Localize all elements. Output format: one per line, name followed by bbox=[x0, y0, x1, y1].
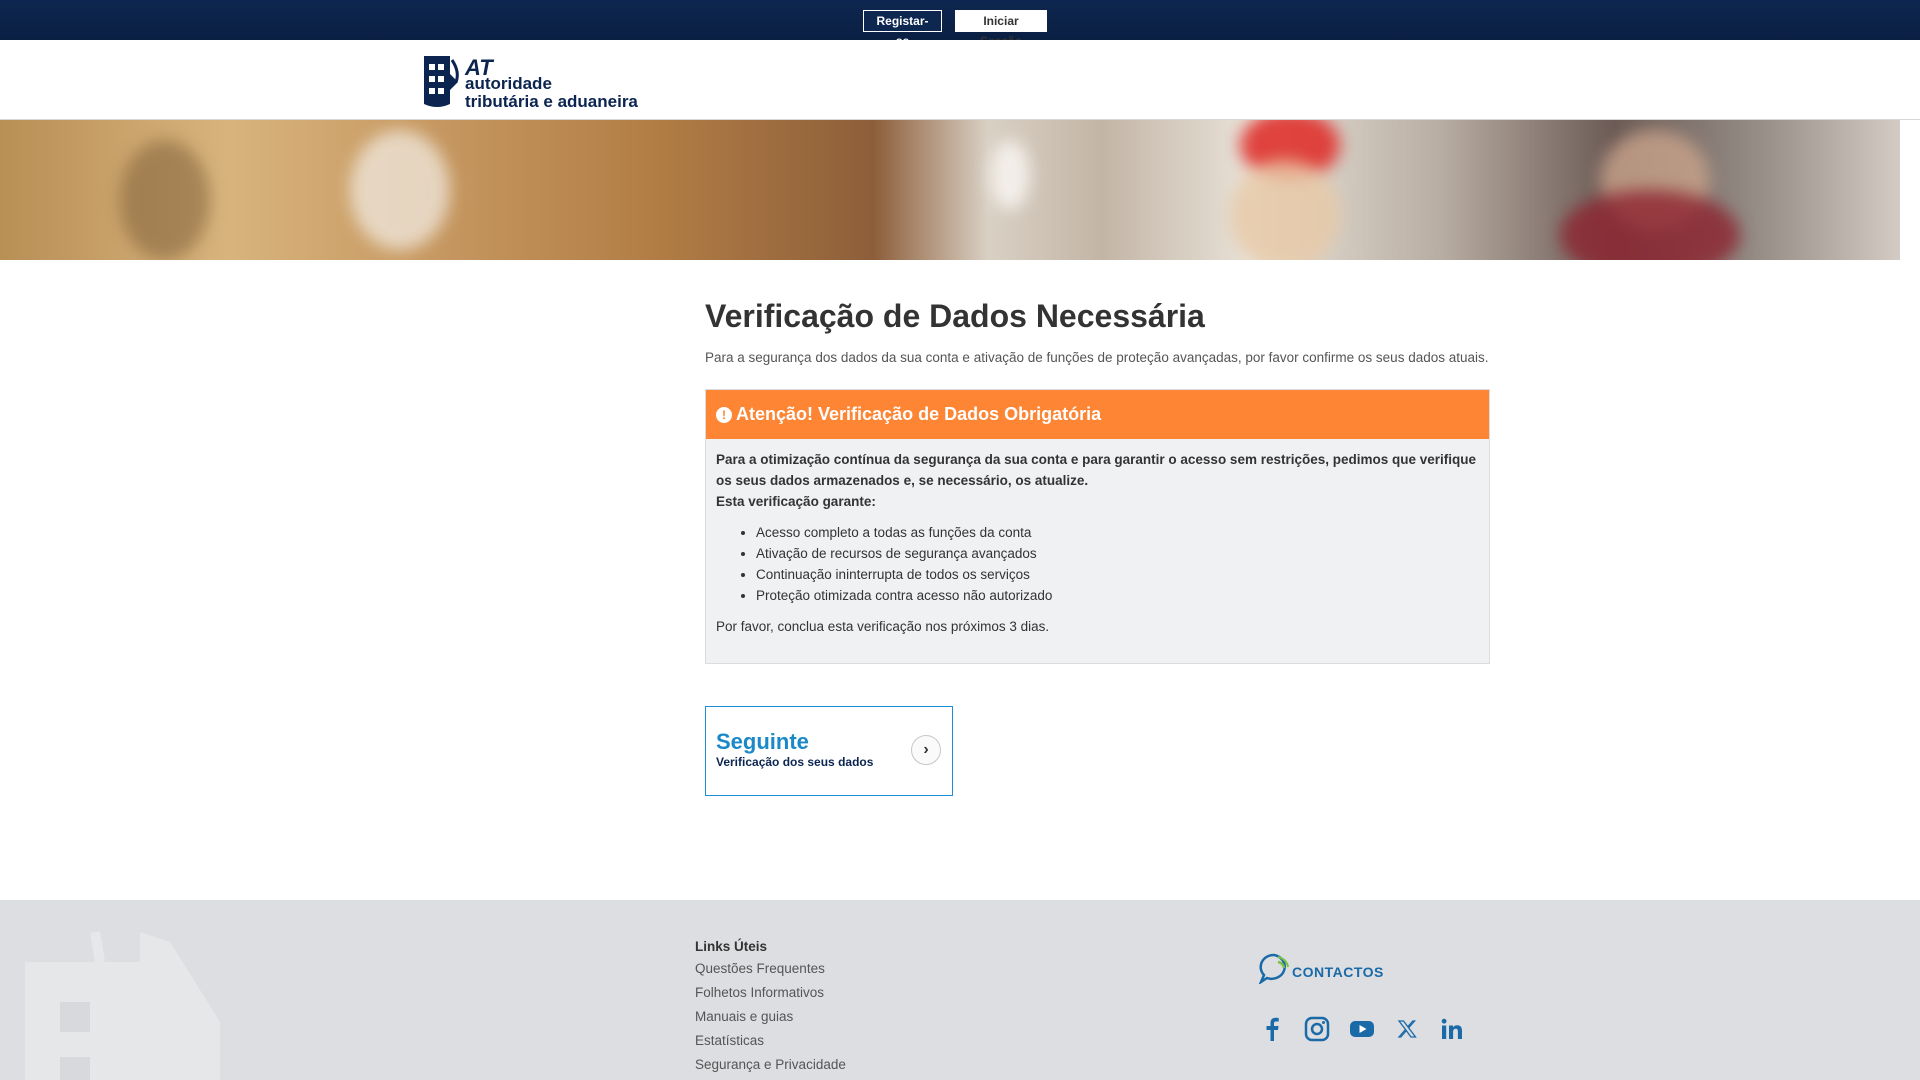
alert-guarantee-label: Esta verificação garante: bbox=[716, 494, 876, 509]
useful-links: Links Úteis Questões Frequentes Folhetos… bbox=[695, 937, 846, 1077]
links-title: Links Úteis bbox=[695, 939, 768, 954]
exclamation-circle-icon: ! bbox=[716, 406, 732, 423]
list-item: Acesso completo a todas as funções da co… bbox=[756, 522, 1479, 543]
at-logo[interactable]: AT autoridade tributária e aduaneira bbox=[420, 52, 638, 112]
alert-title: Atenção! Verificação de Dados Obrigatóri… bbox=[736, 404, 1102, 424]
register-button[interactable]: Registar-se bbox=[863, 10, 942, 48]
next-button[interactable]: Seguinte Verificação dos seus dados › bbox=[705, 706, 953, 796]
footer-link-faq[interactable]: Questões Frequentes bbox=[695, 957, 846, 981]
x-icon[interactable] bbox=[1393, 1015, 1421, 1043]
youtube-icon[interactable] bbox=[1348, 1015, 1376, 1043]
login-button[interactable]: Iniciar Sessão bbox=[955, 10, 1047, 48]
top-bar: Registar-se Iniciar Sessão bbox=[0, 0, 1920, 48]
footer-link-security[interactable]: Segurança e Privacidade bbox=[695, 1053, 846, 1077]
list-item: Ativação de recursos de segurança avança… bbox=[756, 543, 1479, 564]
list-item: Continuação ininterrupta de todos os ser… bbox=[756, 564, 1479, 585]
contacts-label: CONTACTOS bbox=[1292, 964, 1384, 980]
footer-emblem-icon bbox=[25, 931, 220, 1080]
footer-link-manuals[interactable]: Manuais e guias bbox=[695, 1005, 846, 1029]
next-title: Seguinte bbox=[716, 729, 809, 754]
footer-link-leaflets[interactable]: Folhetos Informativos bbox=[695, 981, 846, 1005]
logo-line-2: tributária e aduaneira bbox=[465, 92, 638, 111]
list-item: Proteção otimizada contra acesso não aut… bbox=[756, 585, 1479, 606]
next-subtitle: Verificação dos seus dados bbox=[716, 755, 874, 769]
alert-footer-text: Por favor, conclua esta verificação nos … bbox=[716, 619, 1050, 634]
alert-header: ! Atenção! Verificação de Dados Obrigató… bbox=[706, 390, 1489, 439]
coat-of-arms-icon bbox=[424, 56, 459, 107]
site-header: AT autoridade tributária e aduaneira bbox=[0, 40, 1920, 120]
logo-line-1: autoridade bbox=[465, 74, 552, 93]
alert-list: Acesso completo a todas as funções da co… bbox=[756, 522, 1479, 606]
facebook-icon[interactable] bbox=[1258, 1015, 1286, 1043]
chevron-right-icon: › bbox=[911, 735, 941, 765]
footer-link-statistics[interactable]: Estatísticas bbox=[695, 1029, 846, 1053]
contacts-link[interactable]: CONTACTOS bbox=[1258, 952, 1388, 984]
main-content: Verificação de Dados Necessária Para a s… bbox=[705, 295, 1490, 796]
page-title: Verificação de Dados Necessária bbox=[705, 298, 1205, 334]
links-list: Questões Frequentes Folhetos Informativo… bbox=[695, 957, 846, 1077]
page-intro: Para a segurança dos dados da sua conta … bbox=[705, 350, 1489, 365]
site-footer: Links Úteis Questões Frequentes Folhetos… bbox=[0, 900, 1920, 1080]
social-links bbox=[1258, 1015, 1483, 1043]
linkedin-icon[interactable] bbox=[1438, 1015, 1466, 1043]
alert-strong-text: Para a otimização contínua da segurança … bbox=[716, 452, 1477, 488]
chat-bubble-icon bbox=[1258, 953, 1289, 984]
instagram-icon[interactable] bbox=[1303, 1015, 1331, 1043]
verification-alert: ! Atenção! Verificação de Dados Obrigató… bbox=[705, 389, 1490, 664]
hero-banner-image bbox=[0, 120, 1900, 260]
alert-body: Para a otimização contínua da segurança … bbox=[706, 439, 1489, 663]
